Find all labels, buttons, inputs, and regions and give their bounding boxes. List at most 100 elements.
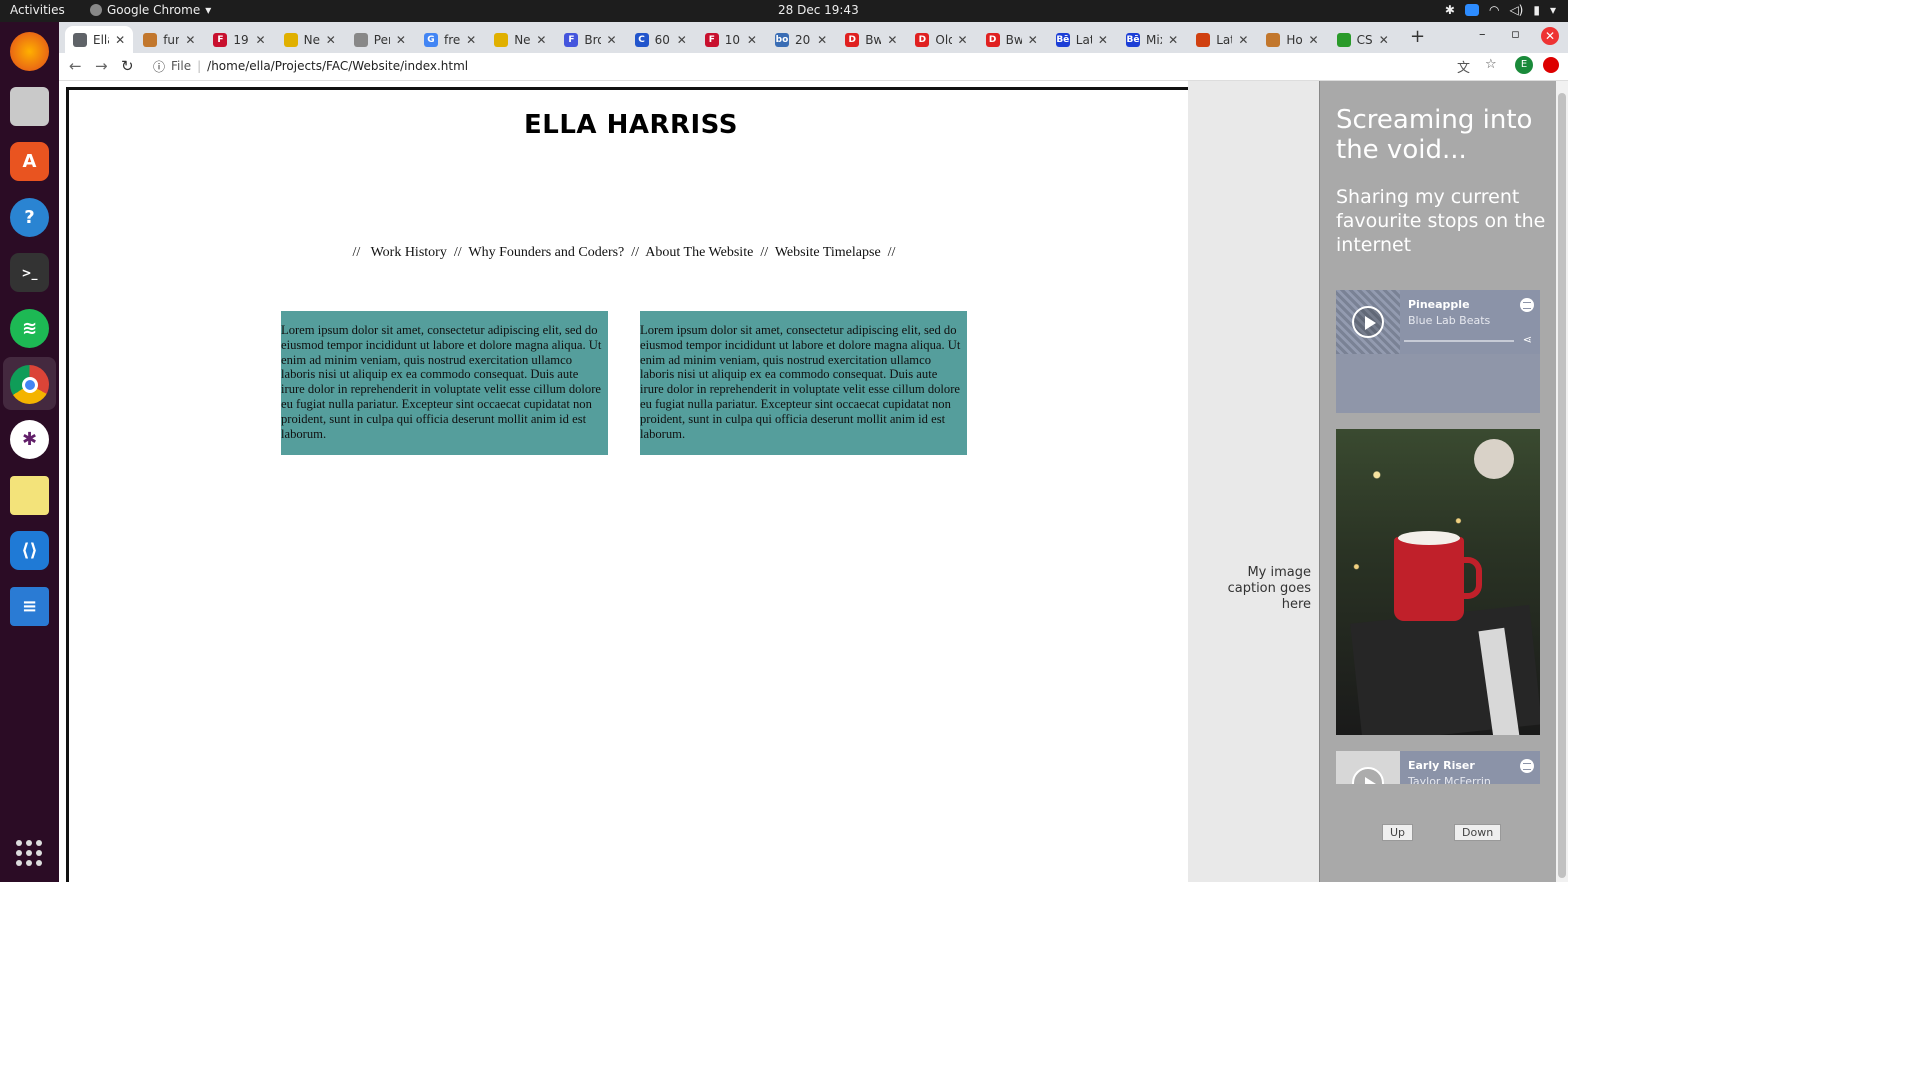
browser-tab[interactable]: C 60 ✕ (627, 26, 695, 53)
activities-button[interactable]: Activities (10, 3, 65, 17)
volume-icon[interactable]: ◁) (1509, 3, 1523, 17)
tab-close-icon[interactable]: ✕ (887, 33, 897, 47)
share-icon[interactable]: ⋖ (1523, 333, 1532, 346)
tab-close-icon[interactable]: ✕ (1309, 33, 1319, 47)
tab-favicon-icon: D (915, 32, 930, 47)
browser-tab[interactable]: Lat ✕ (1188, 26, 1256, 53)
tab-close-icon[interactable]: ✕ (817, 33, 827, 47)
app-menu[interactable]: Google Chrome ▾ (90, 3, 211, 17)
scroll-down-button[interactable]: Down (1454, 824, 1502, 841)
slack-tray-icon[interactable]: ✱ (1445, 3, 1455, 17)
slack-icon[interactable]: ✱ (10, 420, 49, 459)
tab-title: Old (935, 32, 951, 47)
nav-link-why-fac[interactable]: Why Founders and Coders? (468, 245, 624, 260)
wifi-icon[interactable]: ◠ (1489, 3, 1499, 17)
tab-close-icon[interactable]: ✕ (958, 33, 968, 47)
show-apps-icon[interactable] (16, 840, 42, 866)
song-title[interactable]: Early Riser (1408, 759, 1475, 772)
bookmark-star-icon[interactable]: ☆ (1485, 57, 1497, 72)
browser-tab[interactable]: Ne ✕ (486, 26, 554, 53)
files-icon[interactable] (10, 87, 49, 126)
vscode-icon[interactable]: ⟨⟩ (10, 531, 49, 570)
browser-tab[interactable]: Gfre ✕ (416, 26, 484, 53)
tab-close-icon[interactable]: ✕ (1379, 33, 1389, 47)
browser-tab[interactable]: Ella ✕ (65, 26, 134, 53)
tab-close-icon[interactable]: ✕ (185, 33, 195, 47)
profile-avatar[interactable]: E (1515, 56, 1533, 74)
browser-tab[interactable]: bo 20 ✕ (767, 26, 835, 53)
browser-tab[interactable]: F 10(✕ (697, 26, 765, 53)
new-tab-button[interactable]: + (1410, 26, 1425, 47)
tab-close-icon[interactable]: ✕ (607, 33, 617, 47)
tab-close-icon[interactable]: ✕ (396, 33, 406, 47)
nav-link-work-history[interactable]: Work History (371, 245, 447, 260)
tab-close-icon[interactable]: ✕ (1168, 33, 1178, 47)
scrollbar-thumb[interactable] (1558, 93, 1566, 878)
browser-tab[interactable]: Bē Lat ✕ (1048, 26, 1116, 53)
spotify-embed[interactable]: Pineapple Blue Lab Beats ⋖ (1336, 290, 1540, 413)
firefox-icon[interactable] (10, 32, 49, 71)
browser-tab[interactable]: CS ✕ (1329, 26, 1397, 53)
close-window-button[interactable]: ✕ (1541, 27, 1559, 45)
back-button[interactable]: ← (69, 57, 82, 75)
browser-tab[interactable]: Bē Mix ✕ (1118, 26, 1186, 53)
nav-separator: // (760, 245, 769, 260)
forward-button[interactable]: → (95, 57, 108, 75)
tab-close-icon[interactable]: ✕ (466, 33, 476, 47)
url-text[interactable]: /home/ella/Projects/FAC/Website/index.ht… (207, 59, 468, 73)
info-icon[interactable]: ⓘ (153, 58, 165, 75)
artist-name[interactable]: Taylor McFerrin (1408, 775, 1491, 784)
writer-icon[interactable]: ≡ (10, 587, 49, 626)
tray-menu-icon[interactable]: ▾ (1550, 3, 1556, 17)
minimize-button[interactable]: – (1479, 27, 1486, 42)
browser-tab[interactable]: D Bw ✕ (978, 26, 1046, 53)
tab-close-icon[interactable]: ✕ (747, 33, 757, 47)
tab-favicon-icon: F (704, 32, 719, 47)
tab-close-icon[interactable]: ✕ (256, 33, 266, 47)
tab-close-icon[interactable]: ✕ (115, 33, 125, 47)
tab-close-icon[interactable]: ✕ (1028, 33, 1038, 47)
spotify-embed[interactable]: Early Riser Taylor McFerrin (1336, 751, 1540, 784)
address-bar[interactable]: ⓘ File | /home/ella/Projects/FAC/Website… (153, 55, 1453, 77)
hot-chocolate-photo (1336, 429, 1540, 735)
tab-close-icon[interactable]: ✕ (326, 33, 336, 47)
extension-icon[interactable] (1543, 57, 1559, 73)
restore-button[interactable]: ▫ (1511, 27, 1520, 42)
clock[interactable]: 28 Dec 19:43 (778, 3, 859, 17)
translate-icon[interactable]: 文 (1457, 57, 1470, 76)
progress-bar[interactable] (1404, 340, 1514, 342)
tab-close-icon[interactable]: ✕ (536, 33, 546, 47)
browser-tab[interactable]: F 19: ✕ (205, 26, 273, 53)
browser-tab[interactable]: F Bro ✕ (556, 26, 624, 53)
tab-close-icon[interactable]: ✕ (1238, 33, 1248, 47)
page-scrollbar[interactable] (1556, 81, 1568, 882)
tab-close-icon[interactable]: ✕ (1098, 33, 1108, 47)
song-title[interactable]: Pineapple (1408, 298, 1470, 311)
browser-tab[interactable]: D Bw ✕ (837, 26, 905, 53)
spotify-icon[interactable]: ≋ (10, 309, 49, 348)
nav-link-about-website[interactable]: About The Website (645, 245, 753, 260)
browser-tab[interactable]: D Old ✕ (907, 26, 975, 53)
browser-tab[interactable]: Ne ✕ (276, 26, 344, 53)
scroll-up-button[interactable]: Up (1382, 824, 1414, 841)
site-nav: // Work History // Why Founders and Code… (69, 245, 1179, 261)
help-icon[interactable]: ? (10, 198, 49, 237)
tab-title: Bw (1005, 32, 1022, 47)
software-center-icon[interactable]: A (10, 142, 49, 181)
browser-tab[interactable]: fun ✕ (135, 26, 203, 53)
battery-icon[interactable]: ▮ (1533, 3, 1540, 17)
spotify-logo-icon[interactable] (1520, 759, 1534, 773)
tab-close-icon[interactable]: ✕ (677, 33, 687, 47)
reload-button[interactable]: ↻ (121, 57, 134, 75)
artist-name[interactable]: Blue Lab Beats (1408, 314, 1490, 327)
browser-tab[interactable]: Ho ✕ (1258, 26, 1326, 53)
chrome-dock-icon[interactable] (10, 365, 49, 404)
nav-link-website-timelapse[interactable]: Website Timelapse (775, 245, 881, 260)
zoom-tray-icon[interactable] (1464, 4, 1479, 16)
notes-icon[interactable] (10, 476, 49, 515)
browser-tab[interactable]: Per ✕ (346, 26, 414, 53)
terminal-icon[interactable]: >_ (10, 253, 49, 292)
play-button[interactable] (1352, 306, 1384, 338)
system-tray[interactable]: ✱ ◠ ◁) ▮ ▾ (1445, 3, 1556, 17)
spotify-logo-icon[interactable] (1520, 298, 1534, 312)
